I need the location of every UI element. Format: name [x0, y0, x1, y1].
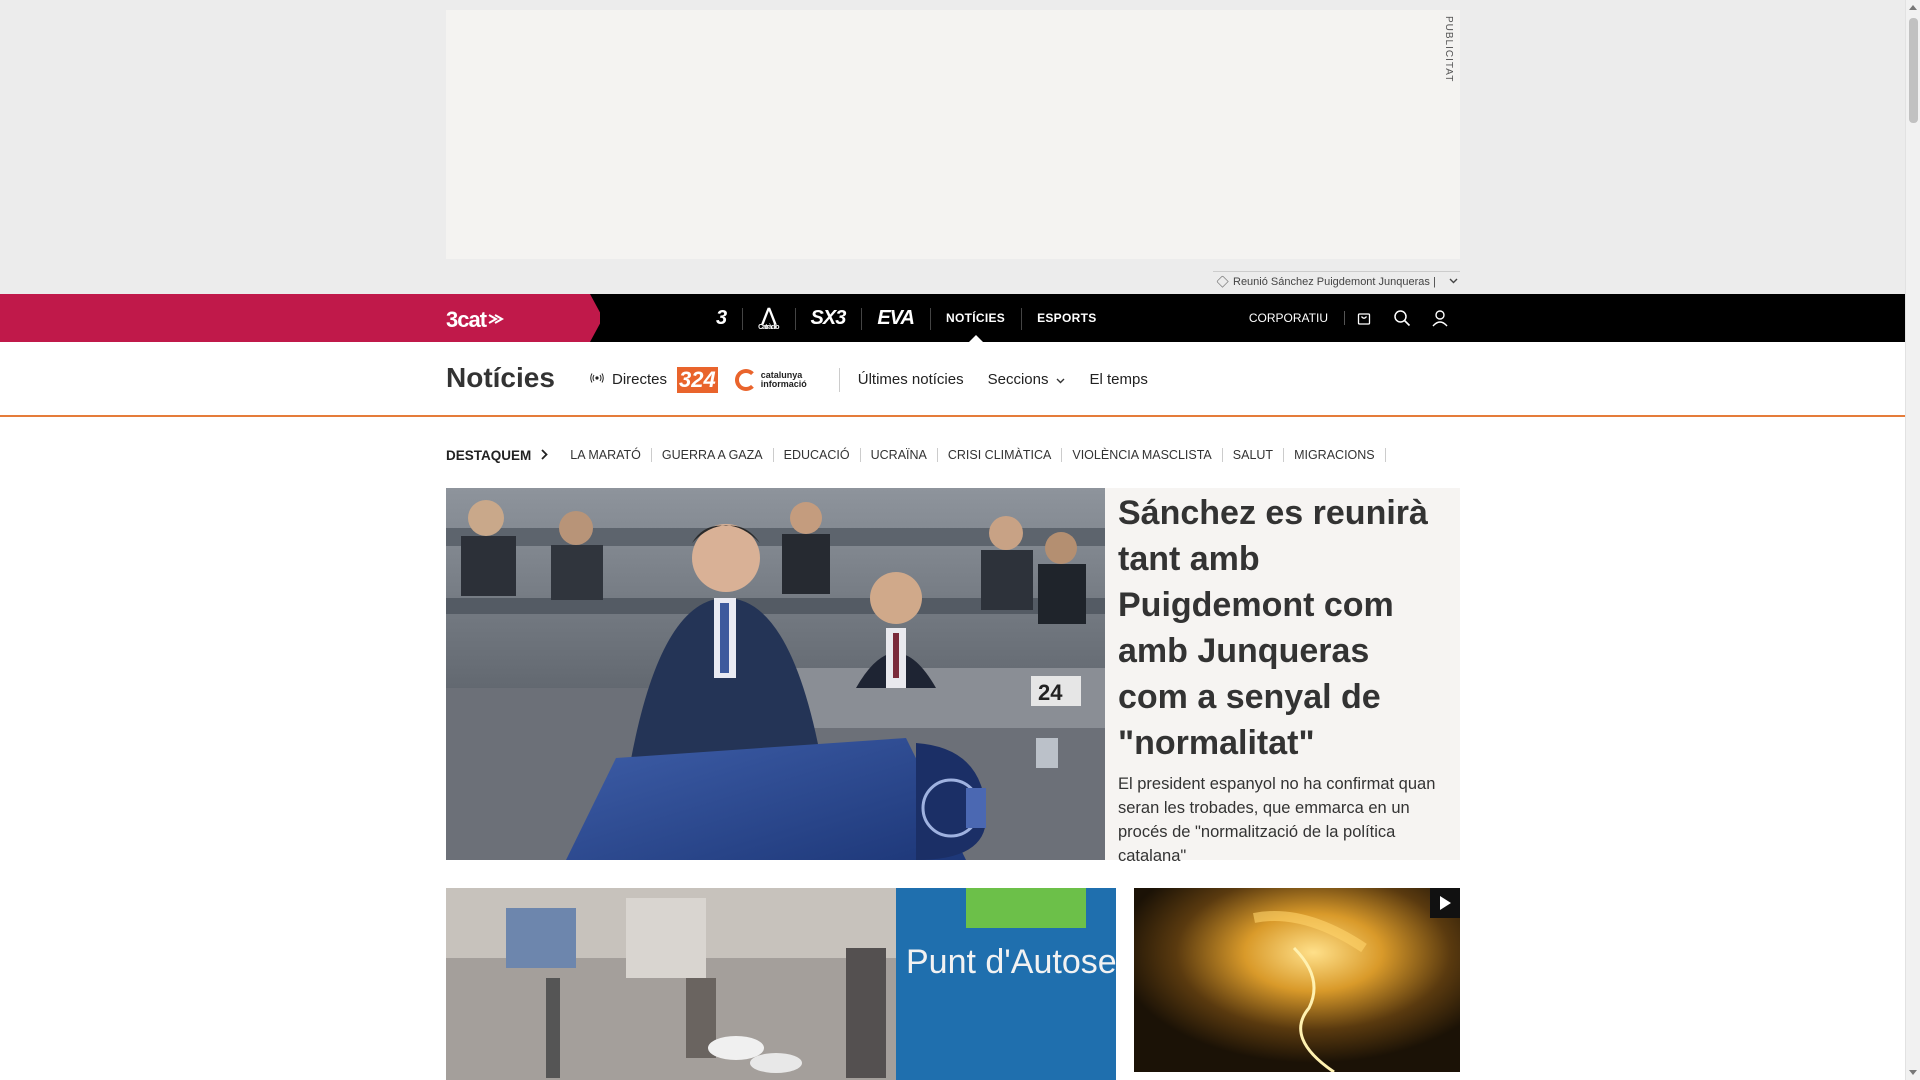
- channel-esports-label: ESPORTS: [1037, 311, 1097, 325]
- chevron-right-icon: [541, 448, 549, 463]
- top-nav: 3cat 3 ⋀ Catràdio SX3 EVA NOTÍCIES ESPORT…: [0, 294, 1905, 342]
- live-broadcast-icon: [590, 373, 604, 386]
- catradio-logo: ⋀ Catràdio: [758, 304, 779, 331]
- destaquem-label: DESTAQUEM: [446, 447, 532, 463]
- destaquem-link[interactable]: DESTAQUEM: [446, 447, 549, 463]
- 3cat-logo[interactable]: 3cat: [446, 307, 505, 333]
- channel-sx3-label: SX3: [810, 306, 847, 329]
- trending-tag-text: Reunió Sánchez Puigdemont Junqueras |: [1233, 275, 1436, 288]
- channel-324-label: 324: [677, 366, 718, 393]
- channel-324-logo[interactable]: 324: [677, 366, 719, 393]
- topic-la-marato[interactable]: LA MARATÓ: [560, 448, 652, 462]
- channel-eva-link[interactable]: EVA: [861, 294, 930, 342]
- channel-noticies-link[interactable]: NOTÍCIES: [929, 294, 1021, 342]
- play-icon: [1440, 896, 1451, 910]
- channel-eva-label: EVA: [877, 306, 915, 329]
- hero-article[interactable]: 24 Sánchez es reunirà tant amb Puigdemon…: [446, 488, 1460, 865]
- chevron-down-icon: [1056, 371, 1065, 388]
- utility-nav: CORPORATIU: [1233, 294, 1459, 342]
- card1-sign-text: Punt d'Autoservei: [906, 943, 1116, 981]
- brand-band: [0, 294, 600, 342]
- brand-arrow-icon: [488, 312, 505, 328]
- tag-icon: [1216, 275, 1229, 288]
- cart-icon[interactable]: [1345, 310, 1383, 326]
- search-icon[interactable]: [1383, 309, 1421, 327]
- hero-summary: El president espanyol no ha confirmat qu…: [1118, 775, 1436, 865]
- page: PUBLICITAT Reunió Sánchez Puigdemont Jun…: [0, 0, 1905, 1080]
- channel-nav: 3 ⋀ Catràdio SX3 EVA NOTÍCIES ESPORTS: [700, 294, 1113, 342]
- hero-text: Sánchez es reunirà tant amb Puigdemont c…: [1118, 488, 1448, 868]
- corporatiu-link[interactable]: CORPORATIU: [1233, 311, 1345, 325]
- directes-link[interactable]: Directes: [590, 371, 667, 388]
- topic-guerra-a-gaza[interactable]: GUERRA A GAZA: [652, 448, 774, 462]
- channel-3-link[interactable]: 3: [700, 294, 742, 342]
- channel-catradio-link[interactable]: ⋀ Catràdio: [742, 294, 794, 342]
- topic-violencia-masclista[interactable]: VIOLÈNCIA MASCLISTA: [1062, 448, 1223, 462]
- play-video-button[interactable]: [1430, 888, 1460, 918]
- destaquem-bar: DESTAQUEM LA MARATÓ GUERRA A GAZA EDUCAC…: [446, 446, 1386, 464]
- user-icon[interactable]: [1421, 309, 1459, 327]
- page-scrollbar[interactable]: [1905, 0, 1920, 1080]
- seccions-label: Seccions: [987, 371, 1049, 388]
- topic-crisi-climatica[interactable]: CRISI CLIMÀTICA: [938, 448, 1063, 462]
- scroll-up-arrow[interactable]: [1909, 5, 1917, 10]
- hero-headline[interactable]: Sánchez es reunirà tant amb Puigdemont c…: [1118, 490, 1448, 766]
- el-temps-label: El temps: [1089, 371, 1148, 388]
- catinfo-label: catalunya informació: [760, 369, 807, 389]
- divider: [838, 367, 840, 392]
- ultimes-noticies-link[interactable]: Últimes notícies: [858, 371, 964, 388]
- el-temps-link[interactable]: El temps: [1089, 371, 1147, 388]
- brand-name: 3cat: [446, 307, 487, 332]
- scroll-down-arrow[interactable]: [1909, 1070, 1917, 1075]
- channel-esports-link[interactable]: ESPORTS: [1021, 294, 1112, 342]
- directes-label: Directes: [612, 371, 668, 388]
- topic-educacio[interactable]: EDUCACIÓ: [774, 448, 861, 462]
- ad-banner[interactable]: PUBLICITAT: [446, 10, 1460, 259]
- hero-image[interactable]: 24: [446, 488, 1105, 860]
- seccions-dropdown[interactable]: Seccions: [988, 371, 1066, 388]
- topic-migracions[interactable]: MIGRACIONS: [1284, 448, 1386, 462]
- channel-sx3-link[interactable]: SX3: [794, 294, 862, 342]
- channel-3-label: 3: [716, 306, 727, 329]
- video-card[interactable]: [1134, 888, 1460, 1072]
- ad-zone: PUBLICITAT Reunió Sánchez Puigdemont Jun…: [0, 0, 1905, 294]
- trending-tag[interactable]: Reunió Sánchez Puigdemont Junqueras |: [1213, 271, 1460, 291]
- hero-image-sign: 24: [1038, 680, 1063, 705]
- article-card-image[interactable]: Punt d'Autoservei: [446, 888, 1116, 1080]
- ad-label: PUBLICITAT: [1443, 16, 1454, 83]
- section-header: Notícies Directes 324 catalunya informac…: [0, 342, 1905, 417]
- scroll-thumb[interactable]: [1909, 18, 1918, 123]
- section-title[interactable]: Notícies: [446, 362, 555, 394]
- catalunya-informacio-logo[interactable]: catalunya informació: [734, 368, 821, 391]
- ultimes-noticies-label: Últimes notícies: [857, 371, 964, 388]
- catradio-label: Catràdio: [758, 323, 779, 331]
- topic-ucraina[interactable]: UCRAÏNA: [861, 448, 938, 462]
- topic-salut[interactable]: SALUT: [1223, 448, 1285, 462]
- chevron-down-icon[interactable]: [1449, 276, 1458, 287]
- section-nav: Directes 324 catalunya informació Últime…: [590, 342, 1172, 417]
- channel-noticies-label: NOTÍCIES: [945, 311, 1006, 325]
- catinfo-icon: [734, 368, 757, 391]
